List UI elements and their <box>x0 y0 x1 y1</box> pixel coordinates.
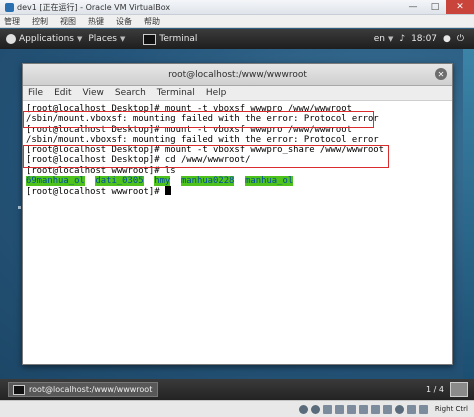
desktop-marker <box>18 206 21 209</box>
error-highlight-box <box>23 111 374 128</box>
menu-help[interactable]: Help <box>206 88 227 98</box>
terminal-output[interactable]: [root@localhost Desktop]# mount -t vboxs… <box>23 101 452 364</box>
close-icon[interactable]: ✕ <box>435 68 447 80</box>
window-title: dev1 [正在运行] - Oracle VM VirtualBox <box>17 2 171 12</box>
text-cursor <box>164 186 171 196</box>
vbox-menu-hotkey[interactable]: 热键 <box>88 16 104 27</box>
terminal-line: /sbin/mount.vboxsf: mounting failed with… <box>26 134 379 145</box>
terminal-menubar: File Edit View Search Terminal Help <box>23 86 452 101</box>
panel-terminal-app[interactable]: Terminal <box>131 33 198 45</box>
chevron-down-icon: ▼ <box>76 35 83 43</box>
close-button[interactable]: ✕ <box>446 0 474 14</box>
minimize-button[interactable]: — <box>402 0 424 14</box>
terminal-title: root@localhost:/www/wwwroot <box>168 69 307 80</box>
optical-drive-icon[interactable] <box>310 404 320 414</box>
language-label: en <box>373 34 385 44</box>
gnome-foot-icon <box>6 34 16 44</box>
language-indicator[interactable]: en ▼ <box>374 34 394 44</box>
workspace-indicator: 1 / 4 <box>426 385 444 394</box>
places-menu[interactable]: Places ▼ <box>88 34 125 44</box>
taskbar-window-button[interactable]: root@localhost:/www/wwwroot <box>8 382 158 397</box>
vbox-menu-manage[interactable]: 管理 <box>4 16 20 27</box>
command-highlight-box <box>23 145 389 168</box>
desktop-right-edge <box>463 49 474 379</box>
workspace-switcher-icon[interactable] <box>450 382 468 397</box>
ls-output-line: 69manhua_ol dati_0305 hmy manhua0228 man… <box>26 176 449 187</box>
ls-directory: manhua0228 <box>180 176 235 187</box>
gnome-top-panel: Applications ▼ Places ▼ Terminal en ▼ ♪ … <box>0 29 474 49</box>
menu-file[interactable]: File <box>28 88 43 98</box>
terminal-icon <box>13 384 25 395</box>
chevron-down-icon: ▼ <box>120 35 126 43</box>
ls-directory: hmy <box>154 176 171 187</box>
menu-terminal[interactable]: Terminal <box>157 88 195 98</box>
user-icon[interactable]: ● <box>443 34 451 44</box>
host-key-label: Right Ctrl <box>434 405 468 413</box>
terminal-prompt-line: [root@localhost wwwroot]# <box>26 186 449 198</box>
mouse-integration-icon[interactable] <box>406 404 416 414</box>
cpu-icon[interactable] <box>394 404 404 414</box>
clock-time: 18:07 <box>411 34 438 44</box>
virtualbox-logo-icon <box>5 2 14 12</box>
terminal-titlebar[interactable]: root@localhost:/www/wwwroot ✕ <box>23 64 452 86</box>
keyboard-icon[interactable] <box>418 404 428 414</box>
vbox-titlebar: dev1 [正在运行] - Oracle VM VirtualBox — □ ✕ <box>0 0 474 15</box>
volume-icon[interactable]: ♪ <box>399 34 405 44</box>
shared-folders-icon[interactable] <box>358 404 368 414</box>
menu-view[interactable]: View <box>83 88 104 98</box>
terminal-window: root@localhost:/www/wwwroot ✕ File Edit … <box>22 63 453 365</box>
clock[interactable]: 18:07 <box>411 34 437 44</box>
menu-search[interactable]: Search <box>115 88 146 98</box>
display-icon[interactable] <box>370 404 380 414</box>
terminal-icon <box>143 33 157 45</box>
vbox-menu-view[interactable]: 视图 <box>60 16 76 27</box>
gnome-bottom-panel: root@localhost:/www/wwwroot 1 / 4 <box>0 379 474 400</box>
ls-directory: 69manhua_ol <box>26 176 85 187</box>
menu-edit[interactable]: Edit <box>54 88 71 98</box>
vbox-menu-control[interactable]: 控制 <box>32 16 48 27</box>
chevron-down-icon: ▼ <box>387 35 394 43</box>
ls-directory: dati_0305 <box>95 176 144 187</box>
network-icon[interactable] <box>334 404 344 414</box>
applications-label: Applications <box>19 34 74 44</box>
maximize-button[interactable]: □ <box>424 0 446 14</box>
taskbar-window-label: root@localhost:/www/wwwroot <box>29 385 153 394</box>
terminal-prompt: [root@localhost wwwroot]# <box>26 187 165 198</box>
vbox-menubar: 管理 控制 视图 热键 设备 帮助 <box>0 15 474 28</box>
places-label: Places <box>88 34 117 44</box>
vbox-menu-help[interactable]: 帮助 <box>144 16 160 27</box>
audio-icon[interactable] <box>322 404 332 414</box>
power-icon[interactable]: ⏻ <box>457 34 464 44</box>
video-capture-icon[interactable] <box>382 404 392 414</box>
vbox-statusbar: Right Ctrl <box>0 400 474 417</box>
usb-icon[interactable] <box>346 404 356 414</box>
workspace-pager[interactable]: 1 / 4 <box>426 382 474 397</box>
hard-disk-icon[interactable] <box>298 404 308 414</box>
ls-directory: manhua_ol <box>245 176 294 187</box>
applications-menu[interactable]: Applications ▼ <box>6 34 82 44</box>
vbox-menu-devices[interactable]: 设备 <box>116 16 132 27</box>
panel-terminal-label: Terminal <box>159 34 198 44</box>
